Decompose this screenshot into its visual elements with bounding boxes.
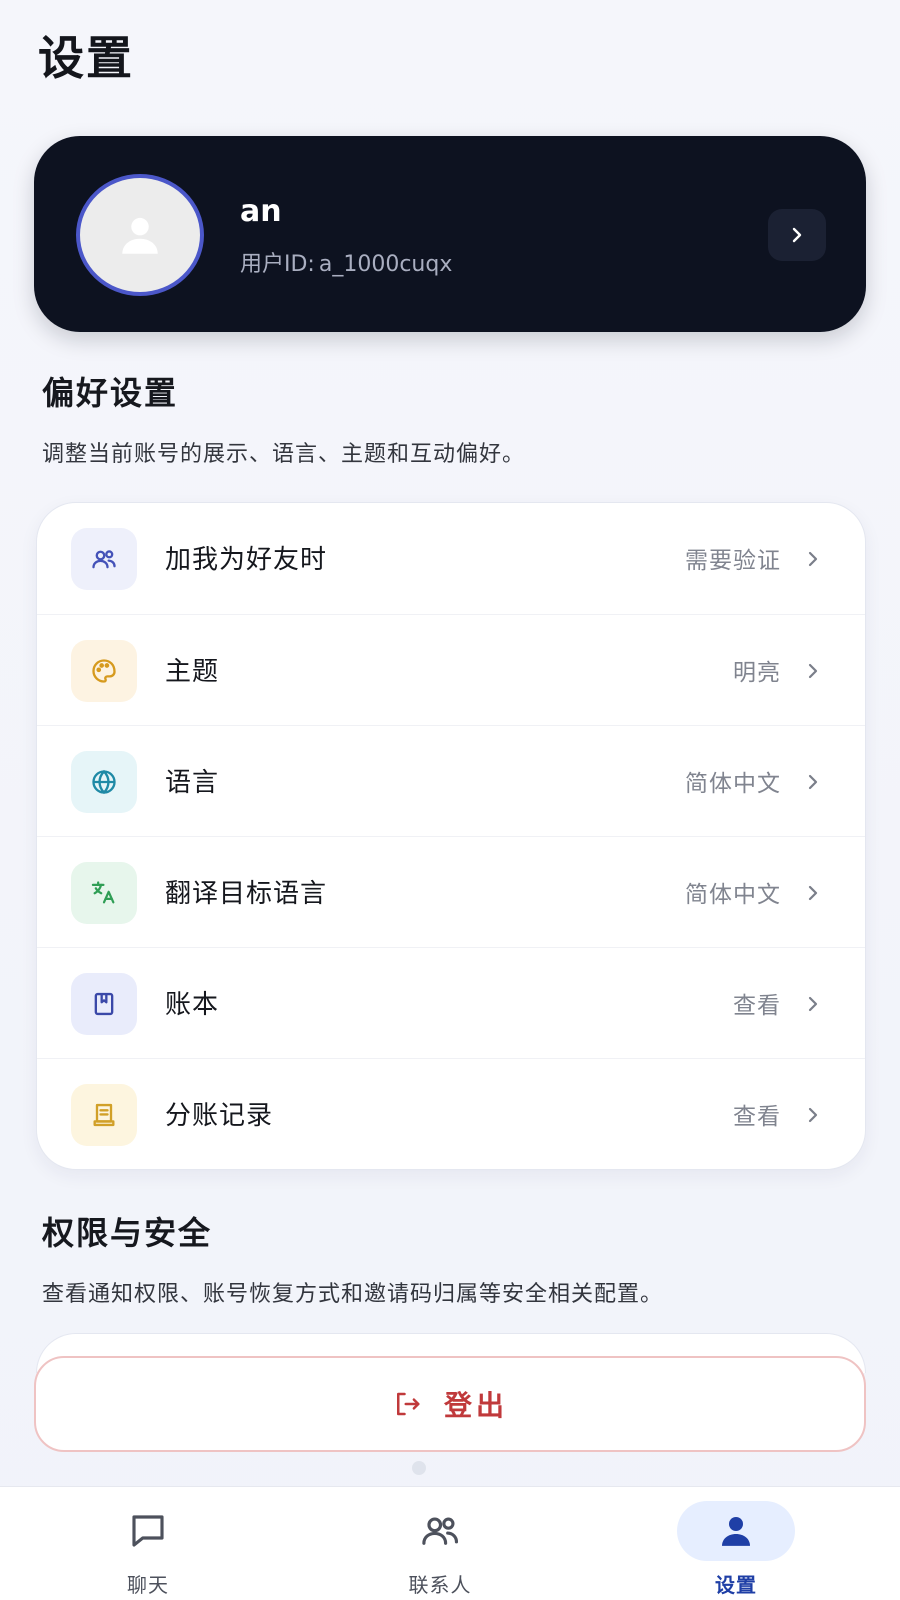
security-section-description: 查看通知权限、账号恢复方式和邀请码归属等安全相关配置。 [42,1282,664,1307]
chevron-right-icon [808,774,818,790]
nav-label: 联系人 [408,1573,472,1597]
pref-label: 加我为好友时 [165,545,328,575]
pref-label: 分账记录 [165,1101,274,1131]
person-icon [677,1501,795,1561]
profile-user-id: 用户ID: a_1000cuqx [240,246,452,278]
pref-value: 查看 [733,993,781,1019]
nav-tab-chat[interactable]: 聊天 [68,1487,228,1600]
preferences-list: 加我为好友时 需要验证 主题 明亮 语言 简体中文 翻译目标语言 简体中文 账本… [36,502,866,1170]
logout-label: 登出 [443,1389,508,1422]
pref-row-language[interactable]: 语言 简体中文 [37,725,865,836]
globe-icon [71,751,137,813]
logout-icon [396,1392,420,1416]
pref-row-translate-target[interactable]: 翻译目标语言 简体中文 [37,836,865,947]
chevron-right-icon [808,551,818,567]
pref-label: 主题 [165,657,220,687]
contacts-icon [381,1501,499,1561]
pref-row-friend-request[interactable]: 加我为好友时 需要验证 [37,503,865,614]
scroll-indicator [412,1461,426,1475]
profile-name: an [240,194,282,229]
preferences-section-description: 调整当前账号的展示、语言、主题和互动偏好。 [42,442,526,467]
page-title: 设置 [38,31,134,85]
palette-icon [71,640,137,702]
settings-screen: 设置 an 用户ID: a_1000cuqx 偏好设置 调整当前账号的展示、语言、… [0,0,900,1600]
profile-id-value: a_1000cuqx [318,252,453,277]
pref-value: 明亮 [733,660,781,686]
pref-label: 翻译目标语言 [165,879,328,909]
book-icon [71,973,137,1035]
profile-id-label: 用户ID: [240,252,315,277]
person-placeholder-icon [122,217,158,254]
profile-open-button[interactable] [768,209,826,261]
chevron-right-icon [808,1107,818,1123]
logout-button[interactable]: 登出 [34,1356,866,1452]
pref-label: 账本 [165,990,220,1020]
pref-row-ledger[interactable]: 账本 查看 [37,947,865,1058]
pref-value: 需要验证 [685,548,781,574]
chevron-right-icon [808,996,818,1012]
pref-row-theme[interactable]: 主题 明亮 [37,614,865,725]
chevron-right-icon [808,663,818,679]
chevron-right-icon [792,227,802,243]
chat-icon [89,1501,207,1561]
profile-card[interactable]: an 用户ID: a_1000cuqx [34,136,866,332]
users-icon [71,528,137,590]
pref-value: 查看 [733,1104,781,1130]
bottom-navigation: 聊天 联系人 设置 [0,1486,900,1600]
nav-tab-contacts[interactable]: 联系人 [360,1487,520,1600]
preferences-section-title: 偏好设置 [42,374,179,412]
chevron-right-icon [808,885,818,901]
avatar[interactable] [76,174,204,296]
security-section-title: 权限与安全 [42,1214,213,1252]
pref-row-split-records[interactable]: 分账记录 查看 [37,1058,865,1169]
nav-label: 设置 [715,1573,757,1597]
pref-value: 简体中文 [685,771,781,797]
receipt-icon [71,1084,137,1146]
translate-icon [71,862,137,924]
nav-tab-settings[interactable]: 设置 [656,1487,816,1600]
nav-label: 聊天 [127,1573,169,1597]
pref-label: 语言 [165,768,220,798]
pref-value: 简体中文 [685,882,781,908]
